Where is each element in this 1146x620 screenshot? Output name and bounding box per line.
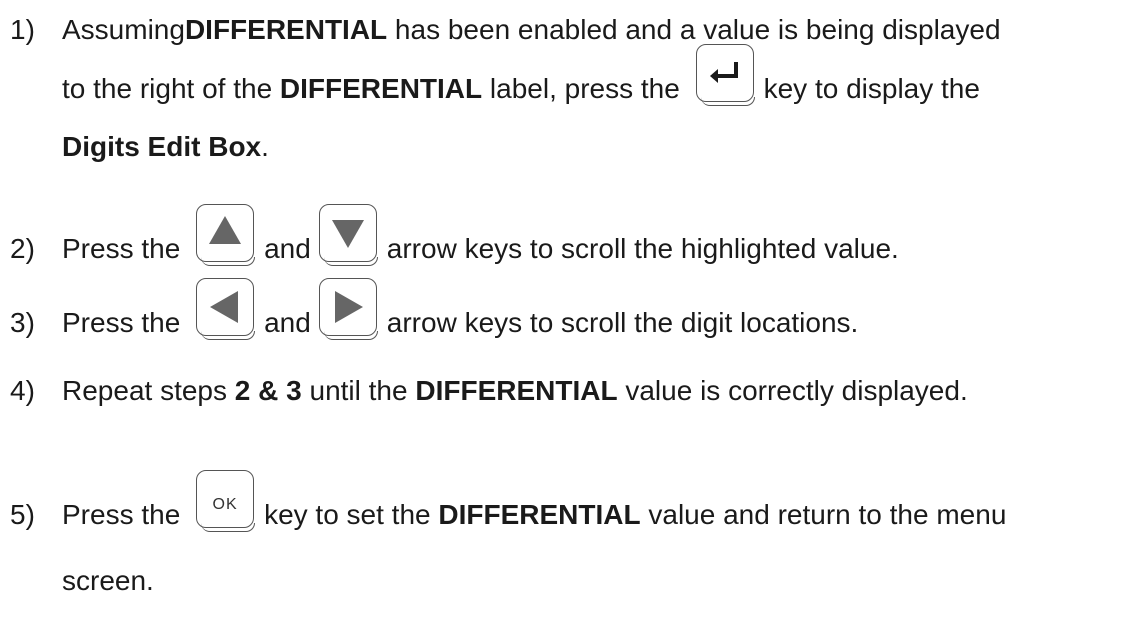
step-number: 4) [10,375,35,406]
ok-key[interactable]: OK [194,470,258,532]
step-text: label, press the [482,73,688,104]
step-3: 3) Press the and arrow keys to scroll th… [0,272,1146,348]
instructions-document: 1) Assuming DIFFERENTIAL has been enable… [0,0,1146,620]
step-text: Press the [62,233,189,264]
step-text: key to display the [763,73,980,104]
right-arrow-key[interactable] [317,278,381,340]
right-triangle-icon [334,291,363,323]
step-text: to the right of the [62,73,280,104]
step-1-line-3: Digits Edit Box . [0,118,1146,174]
step-text: Press the [62,499,189,530]
step-text: Repeat steps [62,375,235,406]
down-triangle-icon [331,220,364,248]
step-2: 2) Press the and arrow keys to scroll th… [0,198,1146,274]
step-text: arrow keys to scroll the digit locations… [386,307,859,338]
step-text: and [264,307,311,338]
step-text: arrow keys to scroll the highlighted val… [386,233,899,264]
enter-key[interactable] [694,44,758,106]
enter-arrow-icon [709,62,738,83]
step-emphasis: DIFFERENTIAL [279,73,483,104]
up-triangle-icon [209,216,242,244]
step-text: key to set the [264,499,439,530]
step-text: value is correctly displayed. [617,375,968,406]
step-text: Press the [62,307,189,338]
left-triangle-icon [210,291,239,323]
step-4: 4) Repeat steps 2 & 3 until the DIFFEREN… [0,362,1146,418]
step-1-line-2: to the right of the DIFFERENTIAL label, … [0,40,1146,110]
step-number: 2) [10,233,35,264]
step-emphasis: Digits Edit Box [62,131,262,162]
up-arrow-key[interactable] [194,204,258,266]
left-arrow-key[interactable] [194,278,258,340]
step-number: 5) [10,499,35,530]
step-emphasis: DIFFERENTIAL [438,499,641,530]
step-text: value and return to the menu [640,499,1007,530]
step-text: . [261,131,269,162]
down-arrow-key[interactable] [317,204,381,266]
step-text: screen. [62,565,154,596]
step-text: and [264,233,311,264]
step-number: 3) [10,307,35,338]
step-5-line-1: 5) Press the OK key to set the DIFFERENT… [0,440,1146,540]
ok-key-label: OK [212,496,238,513]
step-emphasis: DIFFERENTIAL [415,375,618,406]
step-5-line-2: screen. [0,552,1146,608]
step-text: until the [301,375,416,406]
step-emphasis: 2 & 3 [234,375,302,406]
